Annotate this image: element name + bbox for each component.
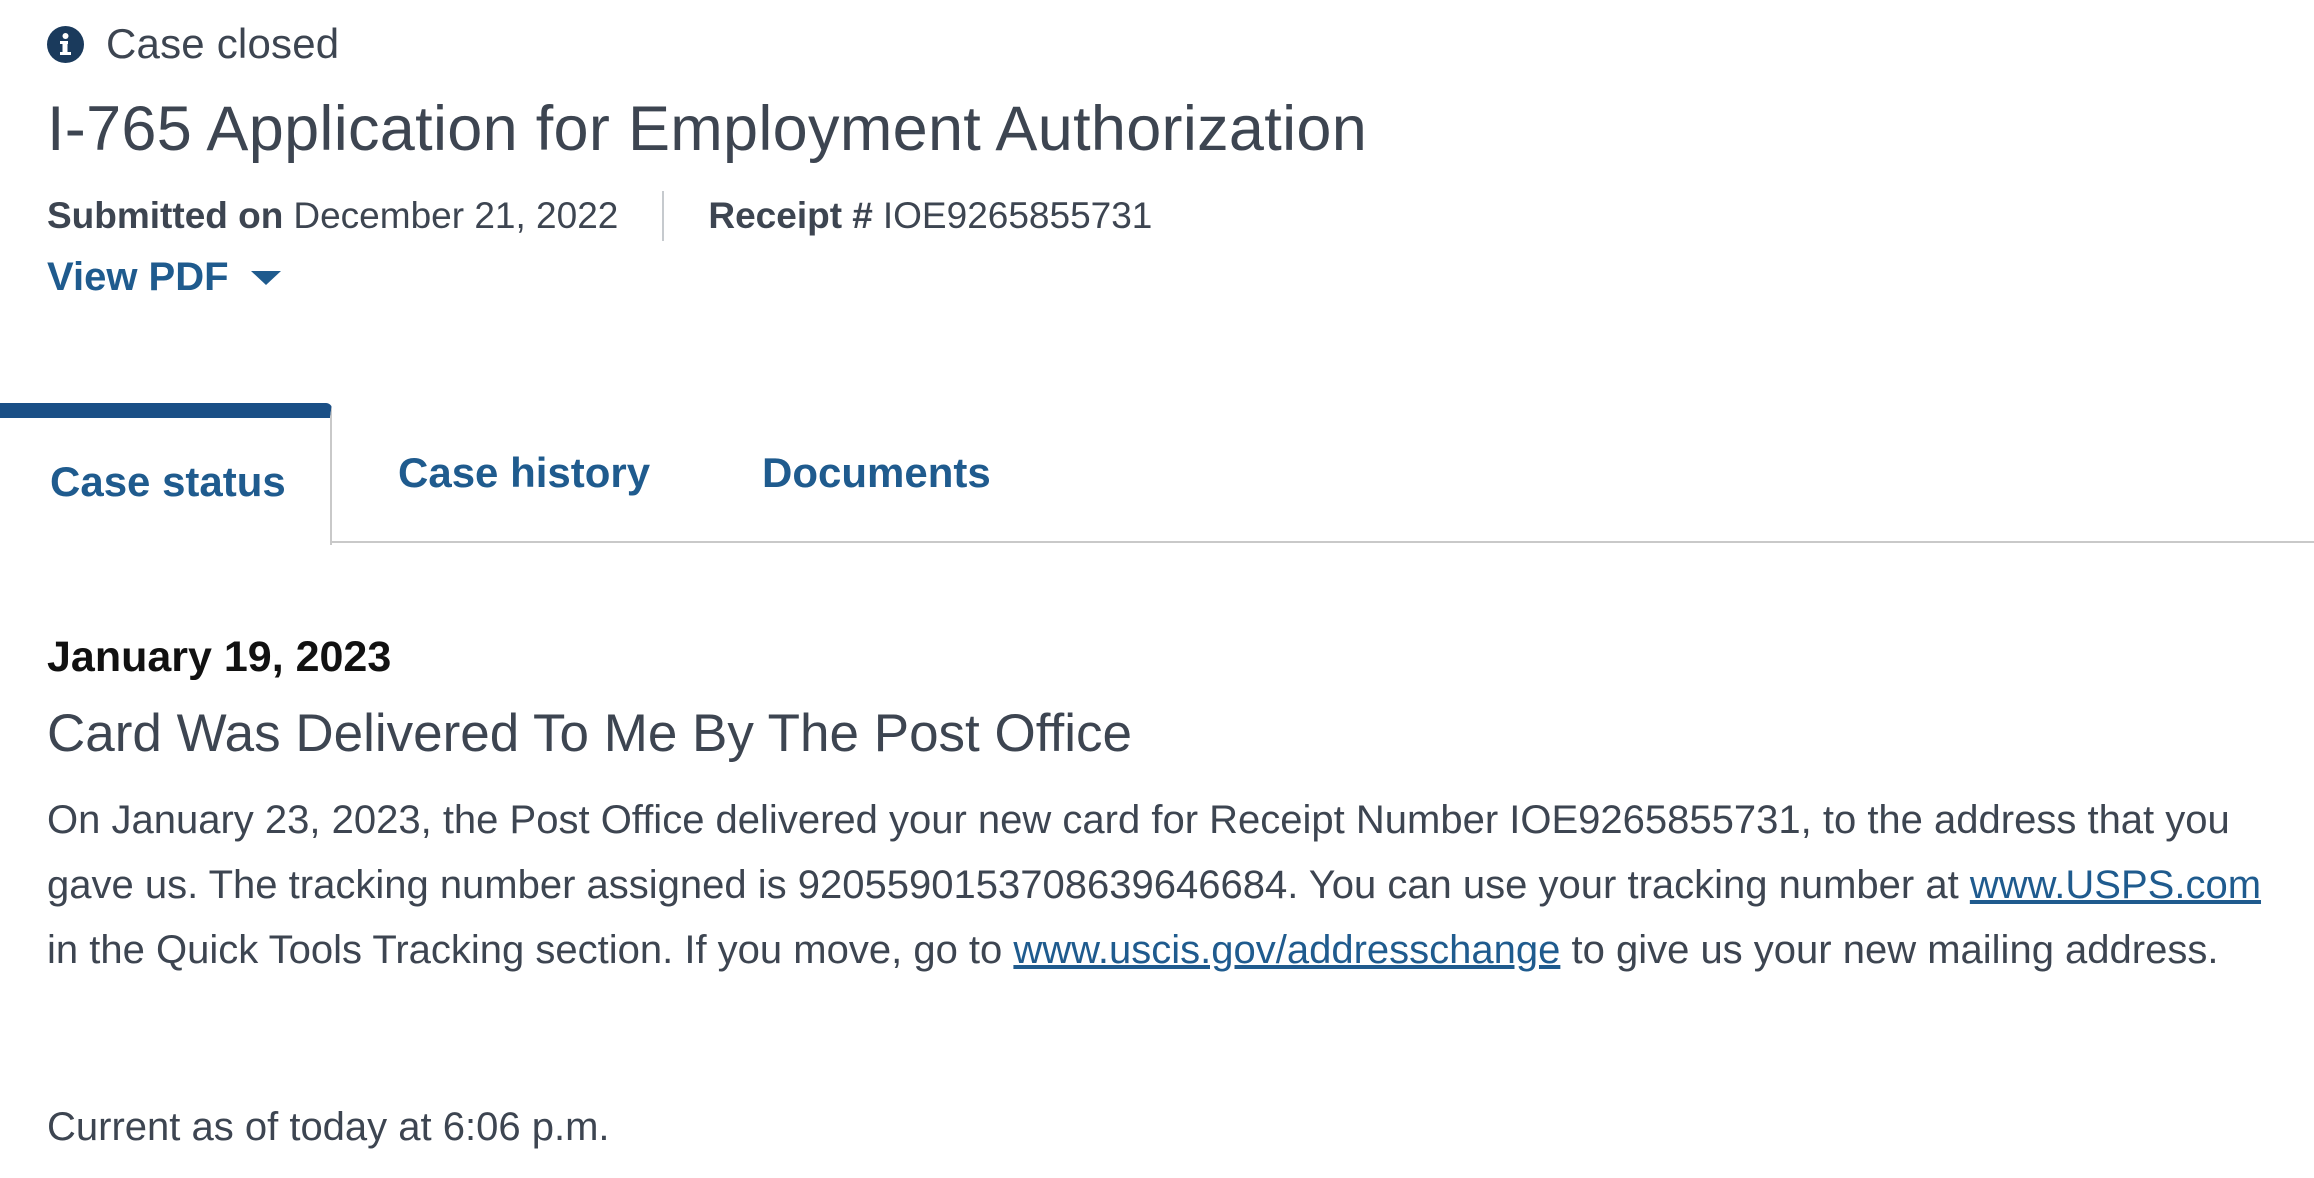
tab-label: Case history [398, 449, 651, 496]
status-title: Card Was Delivered To Me By The Post Off… [47, 704, 1132, 763]
view-pdf-button[interactable]: View PDF [47, 255, 281, 300]
current-as-of-timestamp: Current as of today at 6:06 p.m. [47, 1105, 610, 1149]
info-circle-icon [47, 25, 84, 63]
submitted-date: December 21, 2022 [293, 195, 619, 236]
receipt-label: Receipt # [708, 195, 873, 236]
tabs-divider [0, 541, 2314, 543]
tab-label: Case status [50, 457, 286, 505]
tab-documents[interactable]: Documents [762, 403, 991, 543]
page-title: I-765 Application for Employment Authori… [47, 94, 1368, 164]
tab-case-history[interactable]: Case history [398, 403, 650, 543]
receipt-number: IOE9265855731 [882, 195, 1153, 236]
caret-down-icon [250, 270, 281, 285]
tab-label: Documents [762, 449, 991, 496]
status-text-1: On January 23, 2023, the Post Office del… [47, 798, 2230, 907]
meta-divider [662, 191, 665, 241]
case-tabs: Case status Case history Documents [0, 403, 2314, 545]
case-status-panel: January 19, 2023 Card Was Delivered To M… [47, 636, 2274, 983]
case-header: Case closed I-765 Application for Employ… [47, 16, 2274, 300]
status-description: On January 23, 2023, the Post Office del… [47, 788, 2287, 983]
case-state-label: Case closed [106, 20, 340, 67]
usps-link[interactable]: www.USPS.com [1970, 863, 2261, 907]
status-text-3: to give us your new mailing address. [1560, 928, 2219, 972]
status-text-2: in the Quick Tools Tracking section. If … [47, 928, 1014, 972]
submitted-on-label: Submitted on [47, 195, 284, 236]
case-state-row: Case closed [47, 16, 2274, 72]
status-date: January 19, 2023 [47, 633, 392, 681]
view-pdf-label: View PDF [47, 255, 229, 299]
address-change-link[interactable]: www.uscis.gov/addresschange [1013, 928, 1560, 972]
case-meta-row: Submitted on December 21, 2022 Receipt #… [47, 191, 2274, 241]
tab-case-status[interactable]: Case status [0, 403, 332, 545]
